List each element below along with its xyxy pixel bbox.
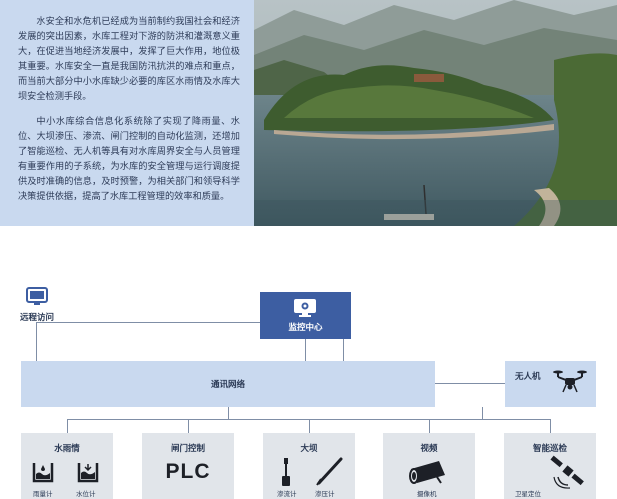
camera-icon xyxy=(409,461,445,484)
pressure-meter-caption: 渗压计 xyxy=(315,491,335,498)
connector-drone-bus xyxy=(482,407,550,419)
subsystem-gate-control[interactable]: 闸门控制 PLC xyxy=(142,433,234,499)
subsystem-title: 大坝 xyxy=(300,443,318,453)
subsystem-title: 水雨情 xyxy=(54,443,80,453)
subsystem-title: 智能巡检 xyxy=(532,443,567,453)
monitor-icon xyxy=(294,299,316,317)
monitoring-center-box[interactable]: 监控中心 xyxy=(260,292,351,339)
drone-label: 无人机 xyxy=(515,371,541,381)
drop-4 xyxy=(429,419,430,433)
subsystem-video[interactable]: 视频 摄像机 xyxy=(383,433,475,499)
camera-caption: 摄像机 xyxy=(417,491,437,498)
reservoir-photo xyxy=(254,0,617,226)
satellite-icon xyxy=(550,455,584,489)
intro-panel: 水安全和水危机已经成为当前制约我国社会和经济发展的突出因素，水库工程对下游的防洪… xyxy=(0,0,254,226)
connector-remote xyxy=(36,322,37,361)
water-level-icon xyxy=(77,463,99,483)
connector-center-network xyxy=(305,339,306,361)
subsystem-dam[interactable]: 大坝 渗流计 渗压计 xyxy=(263,433,355,499)
network-label: 通讯网络 xyxy=(210,379,245,389)
pressure-meter-icon xyxy=(316,457,343,486)
rain-gauge-caption: 雨量计 xyxy=(33,491,53,498)
drop-2 xyxy=(188,419,189,433)
subsystem-rain-water[interactable]: 水雨情 雨量计 水位计 xyxy=(21,433,113,499)
drop-1 xyxy=(67,419,68,433)
drone-box[interactable]: 无人机 xyxy=(505,361,596,407)
connector-network-bus xyxy=(228,407,229,419)
intro-paragraph-1: 水安全和水危机已经成为当前制约我国社会和经济发展的突出因素，水库工程对下游的防洪… xyxy=(18,16,240,101)
satellite-caption: 卫星定位 xyxy=(515,491,541,498)
monitoring-center-label: 监控中心 xyxy=(288,322,323,332)
plc-logo: PLC xyxy=(165,460,211,483)
connector-remote-center xyxy=(36,322,260,323)
water-level-caption: 水位计 xyxy=(76,491,96,498)
drop-5 xyxy=(550,419,551,433)
subsystem-smart-patrol[interactable]: 智能巡检 卫星定位 xyxy=(504,433,596,499)
network-box[interactable]: 通讯网络 xyxy=(21,361,435,407)
remote-access-label: 远程访问 xyxy=(20,312,55,322)
intro-paragraph-2: 中小水库综合信息化系统除了实现了降雨量、水位、大坝渗压、渗流、闸门控制的自动化监… xyxy=(18,116,240,201)
subsystem-title: 视频 xyxy=(420,443,438,453)
monitor-icon xyxy=(26,287,48,305)
subsystem-title: 闸门控制 xyxy=(170,443,205,453)
rain-gauge-icon xyxy=(32,463,54,483)
seepage-meter-caption: 渗流计 xyxy=(277,491,297,498)
seepage-meter-icon xyxy=(282,458,290,486)
drone-icon xyxy=(553,370,587,393)
drop-3 xyxy=(309,419,310,433)
